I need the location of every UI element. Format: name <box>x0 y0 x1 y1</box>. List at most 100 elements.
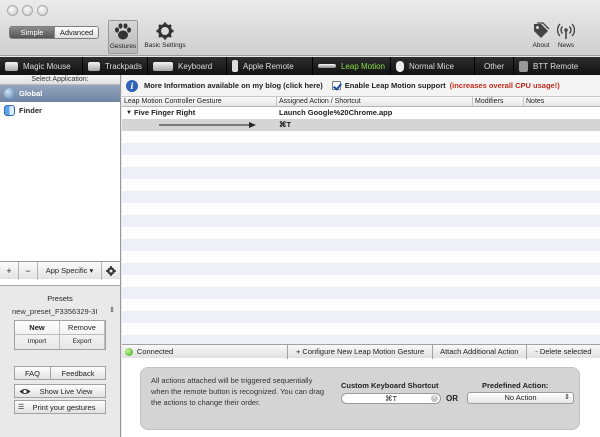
tab-label: Magic Mouse <box>23 61 71 71</box>
column-header-notes[interactable]: Notes <box>524 97 600 106</box>
sidebar-item-finder[interactable]: Finder <box>0 102 120 119</box>
gesture-table-body: ▼ Five Finger Right Launch Google%20Chro… <box>122 107 600 349</box>
tab-magic-mouse[interactable]: Magic Mouse <box>0 57 83 75</box>
globe-icon <box>4 88 15 99</box>
sidebar-header: Select Application: <box>0 75 120 85</box>
connection-status-icon <box>125 347 133 356</box>
info-bar: i More Information available on my blog … <box>122 75 600 97</box>
finder-icon <box>4 105 15 116</box>
tab-other[interactable]: Other <box>475 57 514 75</box>
sidebar-toolbar: + − App Specific ▾ <box>0 261 120 280</box>
news-toolbar-button[interactable]: News <box>555 22 577 49</box>
chevron-updown-icon: ⇕ <box>564 394 570 401</box>
faq-button[interactable]: FAQ <box>14 366 51 380</box>
or-label: OR <box>446 394 458 403</box>
add-application-button[interactable]: + <box>0 261 19 280</box>
trackpad-icon <box>88 61 100 71</box>
tab-label: Normal Mice <box>409 61 454 71</box>
sidebar-item-label: Finder <box>19 106 42 115</box>
column-header-action[interactable]: Assigned Action / Shortcut <box>277 97 473 106</box>
show-live-view-button[interactable]: Show Live View <box>14 384 106 398</box>
minimize-window-button[interactable] <box>22 5 33 16</box>
about-label: About <box>532 42 550 49</box>
news-label: News <box>557 42 575 49</box>
tab-label: Leap Motion <box>340 61 385 71</box>
gestures-toolbar-button[interactable]: Gestures <box>108 20 138 54</box>
shortcut-field[interactable]: ⌘T ✕ <box>341 393 441 404</box>
paw-icon <box>115 23 131 40</box>
preset-actions-grid: New Remove Import Export <box>14 320 106 350</box>
clear-icon[interactable]: ✕ <box>431 395 438 402</box>
connection-status: Connected <box>136 347 174 356</box>
window-toolbar: Simple Advanced Gestures Basic Settings <box>0 0 600 56</box>
remove-application-button[interactable]: − <box>19 261 38 280</box>
gesture-cell: Five Finger Right <box>134 108 196 117</box>
predefined-action-value: No Action <box>504 393 537 402</box>
table-row[interactable]: ▼ Five Finger Right Launch Google%20Chro… <box>122 107 600 119</box>
predefined-action-label: Predefined Action: <box>482 381 549 390</box>
shortcut-label: Custom Keyboard Shortcut <box>341 381 439 390</box>
column-header-gesture[interactable]: Leap Motion Controller Gesture <box>122 97 277 106</box>
attach-action-button[interactable]: Attach Additional Action <box>431 344 526 359</box>
blog-link[interactable]: More Information available on my blog (c… <box>144 81 323 90</box>
simple-mode-button[interactable]: Simple <box>10 27 54 38</box>
action-detail-panel: All actions attached will be triggered s… <box>140 367 580 430</box>
basic-settings-toolbar-button[interactable]: Basic Settings <box>142 22 188 49</box>
action-cell: Launch Google%20Chrome.app <box>279 108 393 117</box>
basic-settings-label: Basic Settings <box>144 42 186 49</box>
magic-mouse-icon <box>5 61 18 71</box>
disclosure-triangle-icon[interactable]: ▼ <box>126 107 132 119</box>
delete-selected-button[interactable]: - Delete selected <box>525 344 600 359</box>
gear-icon <box>156 22 174 40</box>
presets-panel: Presets new_preset_F3356329-3I ⇕ New Rem… <box>0 285 120 437</box>
gear-icon <box>106 265 116 276</box>
print-gestures-button[interactable]: ☰ Print your gestures <box>14 400 106 414</box>
tab-trackpads[interactable]: Trackpads <box>83 57 148 75</box>
action-bar: Connected + Configure New Leap Motion Ge… <box>122 344 600 359</box>
tab-label: Keyboard <box>178 61 213 71</box>
presets-label: Presets <box>47 294 73 303</box>
remove-preset-button[interactable]: Remove <box>60 321 105 335</box>
predefined-action-select[interactable]: No Action ⇕ <box>467 392 574 404</box>
feedback-button[interactable]: Feedback <box>51 366 106 380</box>
chevron-updown-icon: ⇕ <box>109 307 115 314</box>
enable-leap-motion-label: Enable Leap Motion support <box>344 81 446 90</box>
apple-remote-icon <box>232 60 238 72</box>
device-tab-bar: Magic Mouse Trackpads Keyboard Apple Rem… <box>0 57 600 75</box>
tab-leap-motion[interactable]: Leap Motion <box>313 57 391 75</box>
sidebar-item-label: Global <box>19 89 43 98</box>
zoom-window-button[interactable] <box>37 5 48 16</box>
list-icon: ☰ <box>18 404 25 411</box>
export-preset-button[interactable]: Export <box>60 335 105 349</box>
preset-select[interactable]: new_preset_F3356329-3I ⇕ <box>12 307 115 316</box>
tag-icon <box>534 22 550 38</box>
btt-remote-icon <box>519 60 528 72</box>
sidebar-settings-button[interactable] <box>102 262 120 280</box>
new-preset-button[interactable]: New <box>15 321 60 335</box>
mode-segmented-control: Simple Advanced <box>9 26 99 39</box>
tab-keyboard[interactable]: Keyboard <box>148 57 227 75</box>
about-toolbar-button[interactable]: About <box>529 22 553 49</box>
enable-leap-motion-checkbox[interactable] <box>331 81 341 90</box>
gestures-label: Gestures <box>109 43 137 50</box>
advanced-mode-button[interactable]: Advanced <box>54 27 98 38</box>
table-row[interactable]: ⌘T <box>122 119 600 131</box>
configure-gesture-button[interactable]: + Configure New Leap Motion Gesture <box>287 344 431 359</box>
preset-select-value: new_preset_F3356329-3I <box>12 307 98 316</box>
shortcut-field-value: ⌘T <box>384 394 398 403</box>
keyboard-icon <box>153 61 173 71</box>
close-window-button[interactable] <box>7 5 18 16</box>
column-header-modifiers[interactable]: Modifiers <box>473 97 524 106</box>
tab-btt-remote[interactable]: BTT Remote <box>514 57 600 75</box>
leap-motion-icon <box>318 64 336 68</box>
print-gestures-label: Print your gestures <box>32 403 96 412</box>
sidebar-item-global[interactable]: Global <box>0 85 120 102</box>
tab-normal-mice[interactable]: Normal Mice <box>391 57 475 75</box>
import-preset-button[interactable]: Import <box>15 335 60 349</box>
show-live-view-label: Show Live View <box>39 387 93 396</box>
gesture-configuration-area: i More Information available on my blog … <box>122 75 600 437</box>
tab-label: BTT Remote <box>533 61 579 71</box>
app-specific-dropdown[interactable]: App Specific ▾ <box>38 261 102 280</box>
tab-apple-remote[interactable]: Apple Remote <box>227 57 313 75</box>
tab-label: Apple Remote <box>243 61 294 71</box>
